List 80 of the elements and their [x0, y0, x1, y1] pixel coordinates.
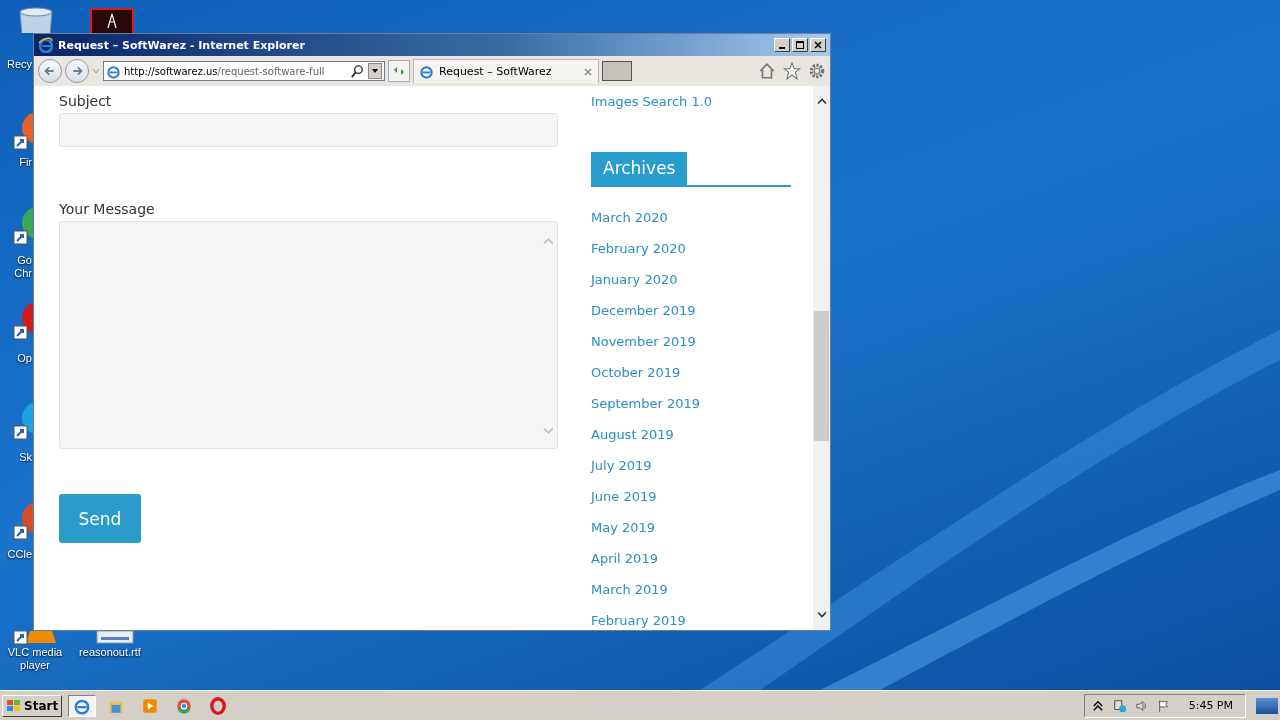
browser-logo-icon	[38, 37, 54, 53]
field-label: Subject	[59, 93, 113, 109]
flag-icon[interactable]	[1156, 698, 1171, 713]
archive-link[interactable]: November 2019	[591, 333, 791, 350]
app-icon[interactable]	[90, 8, 134, 33]
minimize-button[interactable]	[774, 38, 790, 52]
archive-link[interactable]: August 2019	[591, 426, 791, 443]
taskbar-app-button[interactable]	[68, 694, 97, 717]
archive-link[interactable]: December 2019	[591, 302, 791, 319]
home-icon[interactable]	[758, 62, 776, 80]
app-icon[interactable]	[12, 400, 33, 442]
app-icon[interactable]	[12, 300, 33, 342]
star-icon[interactable]	[783, 62, 801, 80]
desktop-icon-label: Sk	[18, 451, 32, 464]
archive-link[interactable]: February 2020	[591, 240, 791, 257]
archive-link[interactable]: June 2019	[591, 488, 791, 505]
windows-logo-icon	[6, 697, 22, 714]
maximize-button[interactable]	[792, 38, 808, 52]
forward-button[interactable]	[65, 59, 89, 83]
speaker-icon[interactable]	[1134, 698, 1149, 713]
app-icon	[141, 696, 160, 715]
desktop-icon-label: Go Chr	[14, 254, 32, 280]
clock[interactable]: 5:45 PM	[1188, 699, 1233, 712]
archives-heading: Archives	[591, 152, 688, 185]
scroll-down-icon	[543, 427, 554, 434]
archive-link[interactable]: July 2019	[591, 457, 791, 474]
archive-link[interactable]: March 2020	[591, 209, 791, 226]
search-icon[interactable]	[350, 63, 365, 79]
post-link[interactable]: Images Search 1.0	[591, 93, 791, 110]
desktop-icon-label: Op	[16, 352, 32, 365]
desktop-icon-label: CCle	[6, 548, 32, 561]
close-icon	[813, 40, 823, 50]
app-icon[interactable]	[12, 110, 33, 152]
archive-link[interactable]: March 2019	[591, 581, 791, 598]
archive-link[interactable]: May 2019	[591, 519, 791, 536]
dropdown-button[interactable]	[368, 63, 382, 79]
app-icon[interactable]	[12, 205, 33, 247]
archive-link[interactable]: January 2020	[591, 271, 791, 288]
page-icon	[106, 63, 121, 79]
app-icon	[209, 696, 228, 715]
field-label: Your Message	[59, 201, 156, 217]
document-icon[interactable]	[95, 631, 135, 645]
scrollbar[interactable]	[813, 86, 830, 630]
scroll-down-icon[interactable]	[816, 611, 827, 618]
scrollbar-thumb[interactable]	[814, 311, 829, 441]
show-desktop-button[interactable]	[1256, 697, 1278, 714]
desktop-icon-label: reasonout.rtf	[78, 646, 142, 659]
caret-icon	[371, 68, 379, 74]
refresh-button[interactable]	[388, 60, 410, 82]
new-tab-button[interactable]	[602, 61, 632, 81]
browser-tab[interactable]: Request – SoftWarez	[413, 59, 599, 83]
app-icon[interactable]	[12, 500, 33, 542]
desktop-icon-label: Fir	[18, 156, 32, 169]
archive-link[interactable]: October 2019	[591, 364, 791, 381]
chevron-up-icon[interactable]	[1090, 698, 1105, 713]
window-title: Request – SoftWarez - Internet Explorer	[58, 38, 305, 52]
subject-field[interactable]	[59, 113, 558, 147]
scroll-up-icon	[543, 238, 554, 245]
start-button[interactable]: Start	[2, 694, 63, 717]
send-button[interactable]: Send	[59, 494, 141, 543]
scroll-up-icon[interactable]	[816, 98, 827, 105]
app-icon	[175, 696, 194, 715]
archive-link[interactable]: September 2019	[591, 395, 791, 412]
desktop-icon-label: Recy	[5, 58, 32, 71]
minimize-icon	[779, 47, 785, 49]
maximize-icon	[795, 40, 805, 50]
url-text: http://softwarez.us/request-software-full	[124, 65, 326, 77]
app-icon[interactable]	[12, 631, 57, 645]
page-icon	[419, 64, 434, 79]
tab-title: Request – SoftWarez	[439, 65, 553, 78]
message-field[interactable]	[59, 221, 558, 449]
close-button[interactable]	[810, 38, 826, 52]
settings-icon[interactable]	[808, 62, 826, 80]
desktop-icon-label: VLC media player	[6, 646, 64, 672]
archive-link[interactable]: April 2019	[591, 550, 791, 567]
network-icon[interactable]	[1112, 698, 1127, 713]
archive-link[interactable]: February 2019	[591, 612, 791, 629]
back-button[interactable]	[38, 59, 62, 83]
address-field[interactable]: http://softwarez.us/request-software-full	[103, 61, 385, 81]
close-icon[interactable]	[583, 66, 593, 77]
